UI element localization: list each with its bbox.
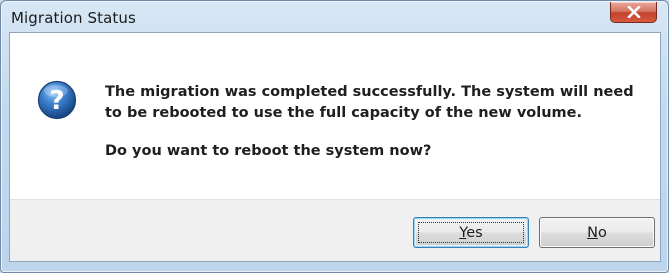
button-bar: Yes No xyxy=(10,199,660,261)
window-title: Migration Status xyxy=(11,9,136,27)
focus-ring xyxy=(418,222,524,243)
dialog-message: The migration was completed successfully… xyxy=(105,84,634,121)
no-button-label: No xyxy=(587,225,607,241)
no-button[interactable]: No xyxy=(539,217,655,248)
close-button[interactable] xyxy=(610,2,657,23)
close-icon xyxy=(627,6,641,18)
dialog-question: Do you want to reboot the system now? xyxy=(105,143,432,159)
question-icon: ? xyxy=(37,80,77,120)
svg-text:?: ? xyxy=(49,86,64,116)
title-bar[interactable]: Migration Status xyxy=(1,1,668,32)
migration-status-dialog: Migration Status ? The migration was com… xyxy=(0,0,669,273)
no-accelerator: N xyxy=(587,224,598,241)
dialog-content: ? The migration was completed successful… xyxy=(9,32,661,262)
no-label-rest: o xyxy=(597,224,607,241)
yes-button[interactable]: Yes xyxy=(413,217,529,248)
